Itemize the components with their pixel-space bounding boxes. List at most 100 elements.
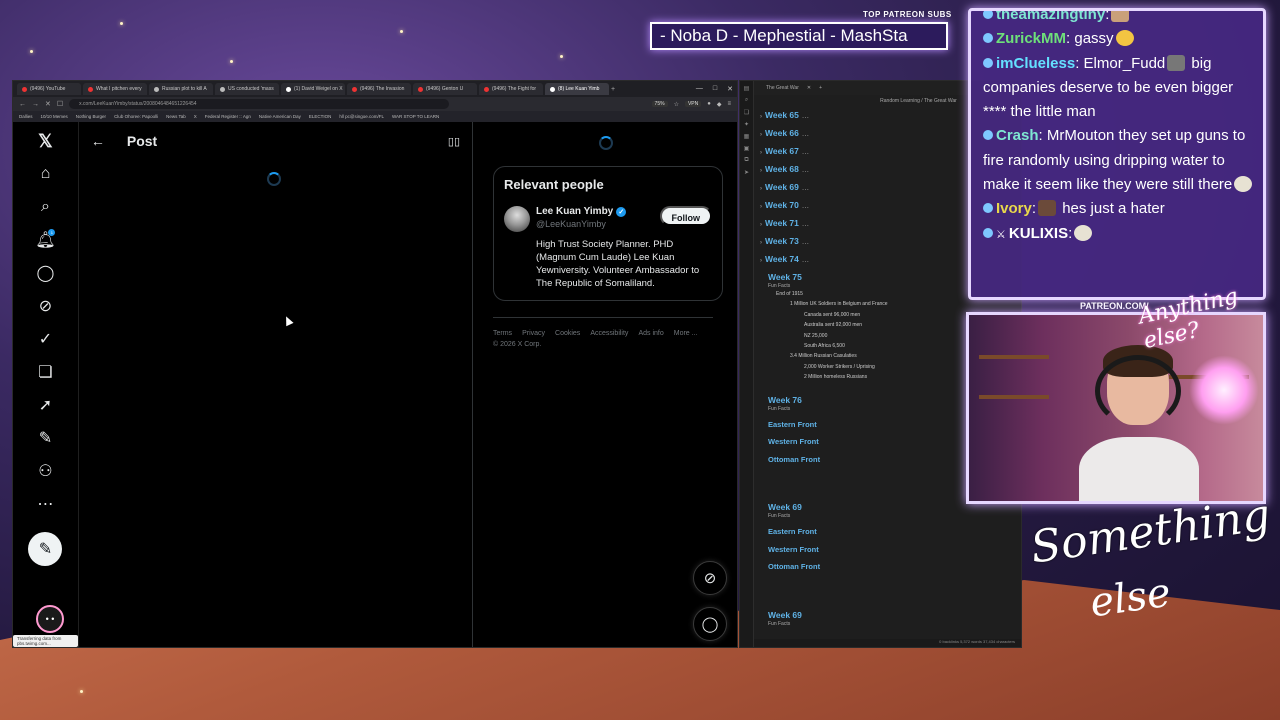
emote-icon — [1167, 54, 1186, 71]
site-icon — [154, 86, 159, 92]
home-icon[interactable]: ⌂ — [34, 163, 56, 185]
bookmark-icon[interactable]: ☐ — [57, 100, 63, 108]
close-tab-icon[interactable]: ✕ — [807, 85, 811, 91]
star-icon[interactable]: ☆ — [674, 101, 679, 108]
chat-message: imClueless: Elmor_Fudd big companies des… — [983, 54, 1234, 121]
bookmark-item[interactable]: Nothing Burger — [76, 114, 106, 119]
person-avatar[interactable] — [504, 206, 530, 232]
files-icon[interactable]: ▤ — [744, 85, 750, 92]
extension-icon[interactable]: ◆ — [717, 101, 722, 108]
maximize-icon[interactable]: □ — [713, 85, 717, 93]
browser-tab-active[interactable]: (8) Lee Kuan Yimb — [545, 83, 609, 95]
notifications-icon[interactable]: 🔔︎ 1 — [34, 229, 56, 251]
footer-link[interactable]: More ... — [674, 330, 698, 337]
stop-icon[interactable]: ✕ — [45, 100, 51, 108]
extension-icon[interactable]: ● — [707, 101, 711, 107]
menu-icon[interactable]: ≡ — [727, 101, 731, 107]
grok-button[interactable]: ⊘ — [693, 561, 727, 595]
footer-link[interactable]: Cookies — [555, 330, 580, 337]
section-heading[interactable]: Eastern Front — [768, 631, 1017, 637]
grok-icon[interactable]: ⊘ — [34, 295, 56, 317]
note-tab[interactable]: The Great War — [766, 85, 799, 91]
messages-button[interactable]: ◯ — [693, 607, 727, 641]
minimize-icon[interactable]: — — [696, 85, 703, 93]
bookmark-item[interactable]: Dallies — [19, 114, 33, 119]
profile-icon[interactable]: ⚇ — [34, 460, 56, 482]
compose-post-button[interactable]: ✎ — [28, 532, 63, 566]
bookmark-item[interactable]: hll pc@singoe.com/FL — [339, 114, 384, 119]
bookmarks-icon[interactable]: ❏ — [34, 361, 56, 383]
brand-logo: Something — [1027, 489, 1274, 574]
browser-tab[interactable]: What I pitchen every — [83, 83, 147, 95]
loading-spinner — [266, 172, 281, 186]
bookmark-item[interactable]: News Tab — [166, 114, 186, 119]
footer-link[interactable]: Terms — [493, 330, 512, 337]
graph-icon[interactable]: ✦ — [744, 121, 749, 128]
zoom-level[interactable]: 75% — [651, 101, 668, 107]
publish-icon[interactable]: ➤ — [744, 169, 749, 176]
chat-badge-icon — [983, 57, 993, 68]
vpn-button[interactable]: VPN — [684, 101, 702, 107]
back-icon[interactable]: ← — [19, 101, 26, 108]
articles-icon[interactable]: ✎ — [34, 427, 56, 449]
bookmark-icon[interactable]: ❏ — [744, 109, 749, 116]
bookmark-item[interactable]: X — [194, 114, 197, 119]
lamp-glow — [1189, 355, 1259, 425]
bookmark-item[interactable]: ELECTION — [309, 114, 332, 119]
calendar-icon[interactable]: ▦ — [744, 133, 750, 140]
person-handle[interactable]: @LeeKuanYimby — [536, 219, 654, 229]
x-icon — [550, 86, 555, 92]
browser-tab[interactable]: (9496) The Fight for — [479, 83, 543, 95]
browser-tab[interactable]: (9496) Genton U — [413, 83, 477, 95]
loading-spinner — [599, 136, 613, 150]
template-icon[interactable]: ⧉ — [744, 157, 748, 164]
close-icon[interactable]: ✕ — [727, 85, 733, 93]
footer-link[interactable]: Privacy — [522, 330, 545, 337]
star-decoration — [80, 690, 83, 693]
bookmark-item[interactable]: 10/10 Memes — [41, 114, 68, 119]
browser-tab[interactable]: (9496) YouTube — [17, 83, 81, 95]
follow-button[interactable]: Follow — [659, 206, 712, 226]
communities-icon[interactable]: ➚ — [34, 394, 56, 416]
section-heading[interactable]: Western Front — [768, 541, 1017, 559]
x-logo-icon[interactable]: 𝕏 — [34, 130, 56, 152]
emote-icon — [1115, 30, 1134, 47]
back-arrow-icon[interactable]: ← — [91, 133, 105, 149]
browser-tab[interactable]: US conducted 'mass — [215, 83, 279, 95]
bookmark-item[interactable]: Federal Register :: Agn — [205, 114, 251, 119]
browser-tab[interactable]: Russian plot to kill A — [149, 83, 213, 95]
browser-tab[interactable]: (9496) The Invasion — [347, 83, 411, 95]
person-bio: High Trust Society Planner. PHD (Magnum … — [536, 239, 700, 289]
footer-link[interactable]: Accessibility — [590, 330, 628, 337]
canvas-icon[interactable]: ▣ — [744, 145, 750, 152]
bookmark-item[interactable]: Club Ohoree: Papoolli — [114, 114, 158, 119]
section-heading[interactable]: Eastern Front — [768, 523, 1017, 541]
url-field[interactable]: x.com/LeeKuanYimby/status/20080464846512… — [69, 99, 450, 109]
x-sidebar: 𝕏 ⌂ ⌕ 🔔︎ 1 ◯ ⊘ ✓ ❏ ➚ ✎ ⚇ ⋯ ✎ • • Transfer… — [13, 122, 79, 647]
footer-link[interactable]: Ads info — [638, 330, 663, 337]
relevant-person[interactable]: Lee Kuan Yimby ✓ @LeeKuanYimby Follow — [504, 206, 712, 232]
more-icon[interactable]: ⋯ — [34, 493, 56, 515]
forward-icon[interactable]: → — [32, 101, 39, 108]
new-tab-icon[interactable]: + — [611, 86, 615, 93]
streamer-shirt — [1079, 437, 1199, 501]
messages-icon[interactable]: ◯ — [34, 262, 56, 284]
youtube-icon — [352, 86, 357, 92]
verified-icon[interactable]: ✓ — [34, 328, 56, 350]
search-icon[interactable]: ⌕ — [745, 97, 748, 104]
shelf — [979, 355, 1049, 359]
tab-bar: (9496) YouTube What I pitchen every Russ… — [13, 81, 737, 97]
section-heading[interactable]: Ottoman Front — [768, 558, 1017, 576]
post-column: ← Post ▯▯ — [79, 122, 473, 647]
chat-overlay: theamazingtiny: ZurickMM: gassy imCluele… — [968, 8, 1266, 300]
shelf — [979, 395, 1049, 399]
bookmark-item[interactable]: Native American Day — [259, 114, 301, 119]
bookmark-item[interactable]: WAR STOP TO LEARN — [392, 114, 439, 119]
person-name[interactable]: Lee Kuan Yimby — [536, 206, 613, 217]
new-tab-icon[interactable]: + — [819, 85, 822, 91]
youtube-icon — [22, 86, 27, 92]
reader-mode-icon[interactable]: ▯▯ — [448, 135, 460, 148]
account-avatar[interactable]: • • — [36, 605, 64, 633]
search-icon[interactable]: ⌕ — [34, 196, 56, 218]
browser-tab[interactable]: (1) David Weigel on X — [281, 83, 345, 95]
